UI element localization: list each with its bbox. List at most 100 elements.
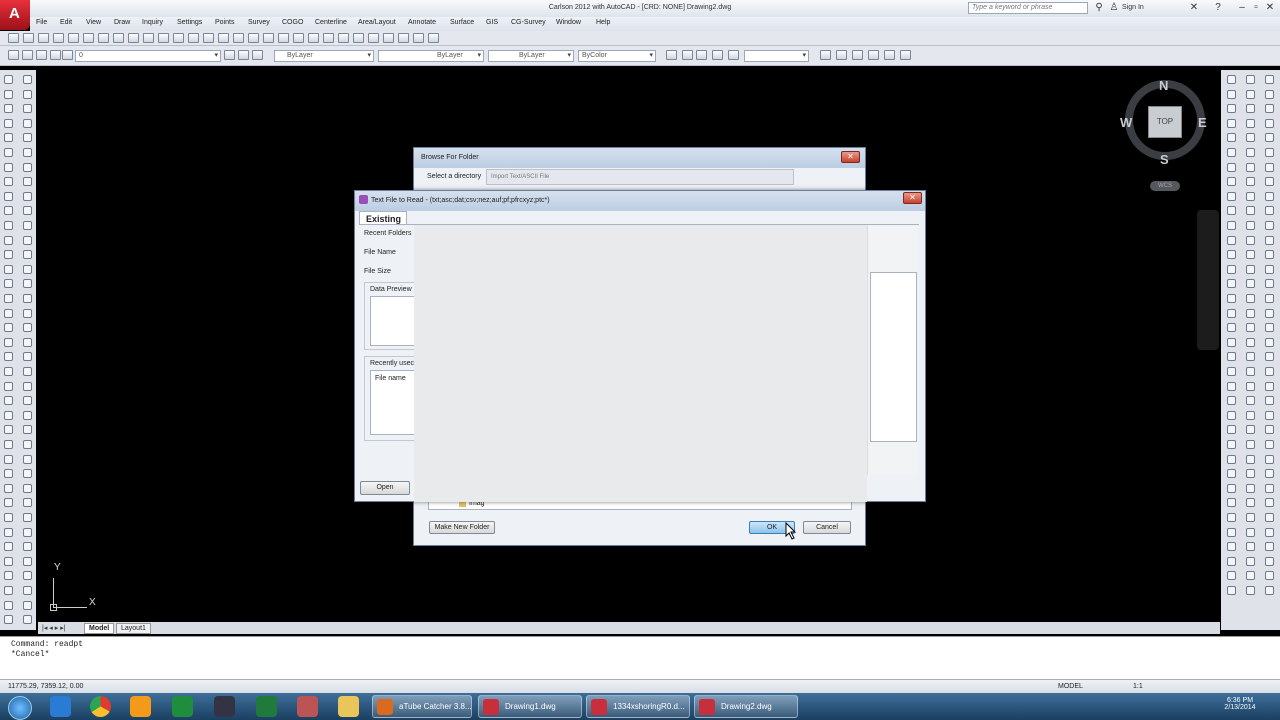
side-tool-icon[interactable] [23,206,32,216]
viewcube-top-face[interactable]: TOP [1148,106,1182,138]
menu-item-centerline[interactable]: Centerline [315,19,347,26]
side-tool-icon[interactable] [1227,440,1236,449]
menu-item-help[interactable]: Help [596,19,610,26]
side-tool-icon[interactable] [1227,75,1236,84]
toolbar-tool-icon[interactable] [900,50,911,60]
side-tool-icon[interactable] [4,454,13,464]
side-tool-icon[interactable] [1265,75,1274,84]
side-tool-icon[interactable] [1246,162,1255,172]
toolbar-tool-icon[interactable] [143,33,154,43]
side-tool-icon[interactable] [23,367,32,376]
side-tool-icon[interactable] [1265,498,1274,508]
side-tool-icon[interactable] [1227,352,1236,362]
toolbar-tool-icon[interactable] [98,33,109,43]
menu-item-draw[interactable]: Draw [114,19,130,26]
side-tool-icon[interactable] [1227,410,1236,420]
tab-model[interactable]: Model [84,623,115,634]
side-tool-icon[interactable] [1265,323,1274,333]
side-tool-icon[interactable] [23,542,32,552]
side-tool-icon[interactable] [1265,454,1274,464]
side-tool-icon[interactable] [23,615,32,625]
compass-north[interactable]: N [1159,78,1168,93]
side-tool-icon[interactable] [4,104,13,114]
side-tool-icon[interactable] [1265,148,1274,157]
side-tool-icon[interactable] [1227,250,1236,260]
side-tool-icon[interactable] [23,410,32,420]
tab-layout1[interactable]: Layout1 [116,623,151,634]
toolbar-tool-icon[interactable] [368,33,379,43]
tab-existing[interactable]: Existing [359,211,407,225]
toolbar-tool-icon[interactable] [728,50,739,60]
annotation-scale[interactable]: 1:1 [1133,683,1143,690]
side-tool-icon[interactable] [23,104,32,114]
menu-item-edit[interactable]: Edit [60,19,72,26]
side-tool-icon[interactable] [4,483,13,493]
side-tool-icon[interactable] [23,381,32,391]
toolbar-tool-icon[interactable] [218,33,229,43]
toolbar-tool-icon[interactable] [128,33,139,43]
side-tool-icon[interactable] [1227,454,1236,464]
side-tool-icon[interactable] [23,556,32,566]
side-tool-icon[interactable] [1227,177,1236,187]
toolbar-tool-icon[interactable] [428,33,439,43]
outlook-icon[interactable] [130,696,151,717]
side-tool-icon[interactable] [1246,206,1255,216]
survey-tool-icon[interactable] [214,696,235,717]
side-tool-icon[interactable] [4,600,13,610]
menu-item-gis[interactable]: GIS [486,19,498,26]
close-icon[interactable]: ✕ [903,192,922,204]
menu-item-window[interactable]: Window [556,19,581,26]
side-tool-icon[interactable] [4,89,13,99]
side-tool-icon[interactable] [1265,469,1274,479]
toolbar-tool-icon[interactable] [233,33,244,43]
side-tool-icon[interactable] [23,89,32,99]
side-tool-icon[interactable] [1265,556,1274,566]
side-tool-icon[interactable] [4,323,13,333]
side-tool-icon[interactable] [23,75,32,84]
side-tool-icon[interactable] [23,279,32,289]
toolbar-tool-icon[interactable] [868,50,879,60]
excel-icon[interactable] [256,696,277,717]
side-tool-icon[interactable] [1227,162,1236,172]
side-tool-icon[interactable] [23,162,32,172]
toolbar-tool-icon[interactable] [696,50,707,60]
side-tool-icon[interactable] [1227,571,1236,581]
side-tool-icon[interactable] [23,527,32,537]
toolbar-tool-icon[interactable] [682,50,693,60]
side-tool-icon[interactable] [1265,440,1274,449]
start-button-icon[interactable] [8,696,32,720]
toolbar-tool-icon[interactable] [666,50,677,60]
linetype-combo[interactable]: ByLayer [378,50,484,62]
side-tool-icon[interactable] [23,513,32,522]
side-tool-icon[interactable] [1246,191,1255,201]
side-tool-icon[interactable] [1227,221,1236,230]
command-line[interactable]: Command: readpt *Cancel* [0,636,1280,679]
side-tool-icon[interactable] [1246,221,1255,230]
side-tool-icon[interactable] [1246,410,1255,420]
toolbar-tool-icon[interactable] [263,33,274,43]
side-tool-icon[interactable] [23,498,32,508]
task-drawing2[interactable]: Drawing2.dwg [694,695,798,718]
side-tool-icon[interactable] [1265,527,1274,537]
side-tool-icon[interactable] [4,177,13,187]
side-tool-icon[interactable] [23,323,32,333]
side-tool-icon[interactable] [23,483,32,493]
side-tool-icon[interactable] [4,556,13,566]
side-tool-icon[interactable] [1265,586,1274,595]
side-tool-icon[interactable] [1227,279,1236,289]
toolbar-tool-icon[interactable] [353,33,364,43]
side-tool-icon[interactable] [1246,75,1255,84]
side-tool-icon[interactable] [1265,162,1274,172]
side-tool-icon[interactable] [1227,483,1236,493]
open-button[interactable]: Open [360,481,410,495]
side-tool-icon[interactable] [1246,381,1255,391]
color-combo[interactable]: ByLayer [274,50,374,62]
make-new-folder-button[interactable]: Make New Folder [429,521,495,534]
toolbar-tool-icon[interactable] [36,50,47,60]
side-tool-icon[interactable] [23,586,32,595]
menu-item-inquiry[interactable]: Inquiry [142,19,163,26]
menu-item-survey[interactable]: Survey [248,19,270,26]
project-icon[interactable] [172,696,193,717]
toolbar-tool-icon[interactable] [38,33,49,43]
side-tool-icon[interactable] [1227,323,1236,333]
